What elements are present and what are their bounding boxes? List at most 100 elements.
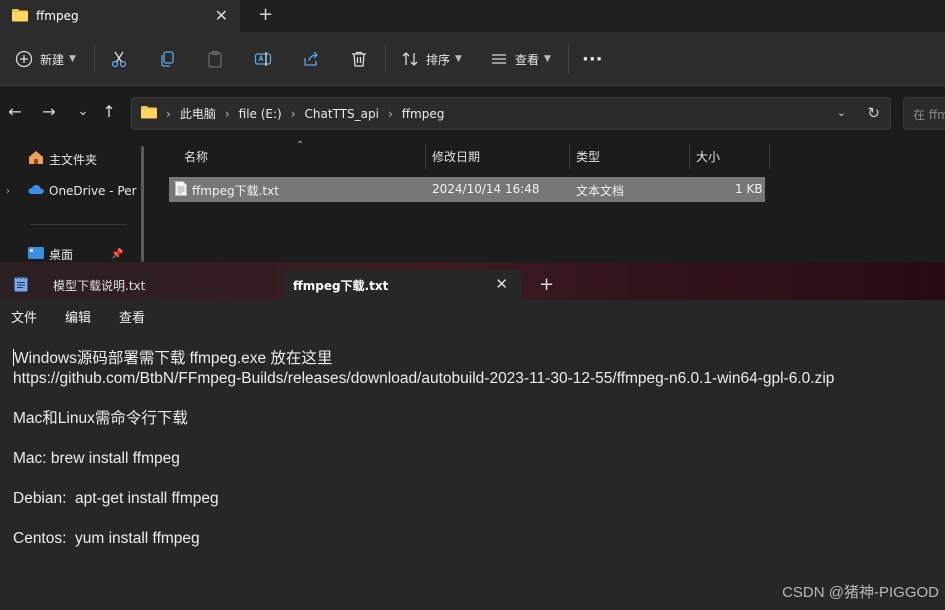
nav-item-desktop[interactable]: 桌面 📌 xyxy=(28,243,123,262)
csdn-watermark: CSDN @猪神-PIGGOD xyxy=(782,584,939,601)
tab-ffmpeg-download[interactable]: ffmpeg下载.txt ✕ xyxy=(283,270,522,300)
new-tab-button[interactable]: + xyxy=(539,274,554,295)
editor-line: Mac: brew install ffmpeg xyxy=(13,450,180,467)
breadcrumb-this-pc[interactable]: 此电脑 xyxy=(180,105,216,122)
explorer-tab-bar: ffmpeg ✕ + xyxy=(0,0,945,32)
forward-arrow-icon[interactable]: → xyxy=(38,101,60,123)
view-button[interactable]: 查看 ▼ xyxy=(489,32,551,86)
pin-icon: 📌 xyxy=(111,248,124,260)
expand-chevron-icon[interactable]: ⌄ xyxy=(72,101,94,123)
file-row[interactable]: ffmpeg下载.txt 2024/10/14 16:48 文本文档 1 KB xyxy=(169,177,765,202)
home-icon xyxy=(28,150,44,168)
new-tab-button[interactable]: + xyxy=(258,4,273,25)
toolbar-divider xyxy=(94,44,95,74)
view-label: 查看 xyxy=(515,52,540,67)
close-tab-icon[interactable]: ✕ xyxy=(215,6,228,25)
breadcrumb-separator: › xyxy=(387,106,393,121)
breadcrumb-drive[interactable]: file (E:) xyxy=(239,107,282,121)
file-modified: 2024/10/14 16:48 xyxy=(432,182,540,196)
tab-model-download-notes[interactable]: 模型下载说明.txt xyxy=(0,270,280,300)
file-list: ⌃ 名称 修改日期 类型 大小 ffmpeg下载.txt 2024/10/14 … xyxy=(160,140,945,262)
onedrive-cloud-icon xyxy=(28,184,44,198)
breadcrumb-chattts-api[interactable]: ChatTTS_api xyxy=(305,107,379,121)
refresh-icon[interactable]: ↻ xyxy=(867,104,880,122)
rename-icon xyxy=(253,49,273,69)
file-type: 文本文档 xyxy=(576,184,625,198)
sort-button[interactable]: 排序 ▼ xyxy=(400,32,462,86)
text-editor[interactable]: Windows源码部署需下载 ffmpeg.exe 放在这里 https://g… xyxy=(0,333,945,610)
notepad-icon xyxy=(14,276,28,295)
nav-scrollbar[interactable] xyxy=(141,146,144,262)
more-options-button[interactable]: ··· xyxy=(582,32,603,86)
menu-edit[interactable]: 编辑 xyxy=(65,307,91,326)
tab-label: ffmpeg下载.txt xyxy=(293,278,389,293)
nav-item-home[interactable]: 主文件夹 xyxy=(28,148,97,170)
column-divider[interactable] xyxy=(769,144,770,170)
nav-home-label: 主文件夹 xyxy=(49,152,98,167)
column-divider[interactable] xyxy=(689,144,690,170)
up-arrow-icon[interactable]: ↑ xyxy=(98,101,120,123)
menu-file[interactable]: 文件 xyxy=(11,307,37,326)
editor-line: https://github.com/BtbN/FFmpeg-Builds/re… xyxy=(13,370,835,387)
column-header-modified[interactable]: 修改日期 xyxy=(432,148,480,165)
menu-view[interactable]: 查看 xyxy=(119,307,145,326)
desktop-icon xyxy=(28,246,44,262)
editor-line: Mac和Linux需命令行下载 xyxy=(13,410,188,427)
back-arrow-icon[interactable]: ← xyxy=(4,101,26,123)
share-button[interactable] xyxy=(301,32,321,86)
tab-label: 模型下载说明.txt xyxy=(53,278,146,293)
address-bar[interactable]: › 此电脑 › file (E:) › ChatTTS_api › ffmpeg… xyxy=(131,97,891,130)
scissors-icon xyxy=(109,49,129,69)
editor-line: Debian: apt-get install ffmpeg xyxy=(13,490,219,507)
column-divider[interactable] xyxy=(569,144,570,170)
delete-button[interactable] xyxy=(349,32,369,86)
list-view-icon xyxy=(489,49,509,69)
search-input[interactable]: 在 ffm xyxy=(903,97,945,130)
explorer-tab-title: ffmpeg xyxy=(36,9,79,23)
column-header-type[interactable]: 类型 xyxy=(576,148,600,165)
cut-button[interactable] xyxy=(109,32,129,86)
explorer-command-bar: 新建 ▼ 排序 ▼ 查看 ▼ ··· xyxy=(0,32,945,86)
sort-label: 排序 xyxy=(426,52,451,67)
chevron-down-icon[interactable]: ⌄ xyxy=(837,106,846,119)
share-icon xyxy=(301,49,321,69)
nav-onedrive-label: OneDrive - Per xyxy=(49,184,137,198)
nav-desktop-label: 桌面 xyxy=(49,247,74,262)
toolbar-divider xyxy=(568,44,569,74)
new-label: 新建 xyxy=(40,52,65,67)
column-header-name[interactable]: 名称 xyxy=(184,148,208,165)
new-button[interactable]: 新建 ▼ xyxy=(14,32,76,86)
sort-icon xyxy=(400,49,420,69)
editor-line: Centos: yum install ffmpeg xyxy=(13,530,200,547)
notepad-window: 模型下载说明.txt ffmpeg下载.txt ✕ + 文件 编辑 查看 Win… xyxy=(0,262,945,610)
text-file-icon xyxy=(175,181,187,199)
close-tab-icon[interactable]: ✕ xyxy=(495,275,508,293)
column-header-size[interactable]: 大小 xyxy=(696,148,720,165)
file-name: ffmpeg下载.txt xyxy=(192,184,279,198)
plus-circle-icon xyxy=(14,49,34,69)
file-explorer-window: ffmpeg ✕ + 新建 ▼ 排序 ▼ 查看 ▼ ··· ← → ⌄ ↑ › … xyxy=(0,0,945,262)
trash-icon xyxy=(349,49,369,69)
address-row: ← → ⌄ ↑ › 此电脑 › file (E:) › ChatTTS_api … xyxy=(0,87,945,139)
folder-icon xyxy=(12,7,28,26)
paste-button[interactable] xyxy=(205,32,225,86)
editor-line: Windows源码部署需下载 ffmpeg.exe 放在这里 xyxy=(13,349,945,369)
toolbar-divider xyxy=(385,44,386,74)
copy-button[interactable] xyxy=(157,32,177,86)
navigation-pane: 主文件夹 › OneDrive - Per 桌面 📌 xyxy=(0,140,150,262)
copy-icon xyxy=(157,49,177,69)
chevron-right-icon[interactable]: › xyxy=(6,186,10,197)
breadcrumb-separator: › xyxy=(166,106,171,121)
rename-button[interactable] xyxy=(253,32,273,86)
folder-icon xyxy=(141,104,157,123)
sort-ascending-icon: ⌃ xyxy=(296,140,305,151)
breadcrumb-separator: › xyxy=(290,106,296,121)
column-divider[interactable] xyxy=(425,144,426,170)
explorer-tab[interactable]: ffmpeg ✕ xyxy=(0,0,240,32)
nav-item-onedrive[interactable]: › OneDrive - Per xyxy=(0,180,137,202)
breadcrumb-ffmpeg[interactable]: ffmpeg xyxy=(402,107,445,121)
